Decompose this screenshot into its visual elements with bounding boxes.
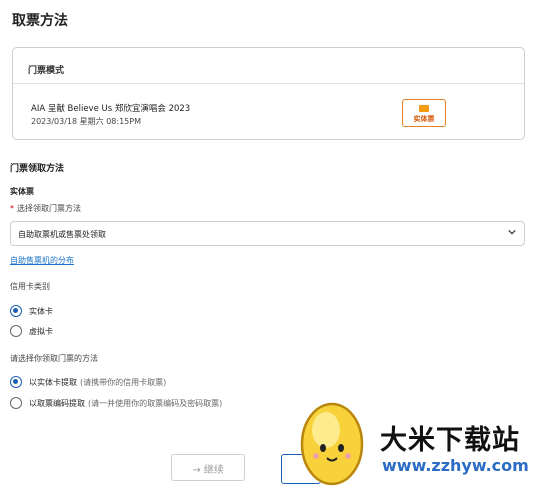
- watermark-mascot-logo: [300, 402, 364, 486]
- radio-option-collect-by-card[interactable]: 以实体卡提取 (请携带你的信用卡取票): [10, 376, 166, 388]
- radio-option-physical-card[interactable]: 实体卡: [10, 305, 53, 317]
- radio-button[interactable]: [10, 397, 22, 409]
- collection-method-select-value: 自助取票机或售票处领取: [18, 230, 106, 239]
- collection-field-label: * 选择领取门票方法: [10, 203, 81, 214]
- collect-method-label: 请选择你领取门票的方法: [10, 354, 98, 363]
- watermark-url: www.zzhyw.com: [382, 456, 529, 475]
- ticket-type-button[interactable]: 实体票: [402, 99, 446, 127]
- collection-section-title: 门票领取方法: [10, 164, 65, 174]
- credit-card-type-label: 信用卡类别: [10, 282, 50, 291]
- ticket-mode-header: 门票模式: [13, 48, 524, 84]
- ticket-icon: [419, 105, 429, 112]
- watermark-title: 大米下载站: [380, 425, 520, 456]
- radio-option-label: 虚拟卡: [29, 326, 53, 336]
- ticket-mode-card: 门票模式 AIA 呈献 Believe Us 郑欣宜演唱会 2023 2023/…: [12, 47, 525, 140]
- radio-option-note: (请携带你的信用卡取票): [80, 377, 167, 387]
- radio-option-collect-by-code[interactable]: 以取票编码提取 (请一并使用你的取票编码及密码取票): [10, 397, 222, 409]
- event-name: AIA 呈献 Believe Us 郑欣宜演唱会 2023: [31, 104, 191, 114]
- radio-option-note: (请一并使用你的取票编码及密码取票): [88, 398, 223, 408]
- chevron-down-icon: [508, 229, 516, 235]
- required-mark: *: [10, 204, 14, 213]
- collection-method-select[interactable]: 自助取票机或售票处领取: [10, 221, 525, 246]
- ticket-type-label: 实体票: [413, 115, 435, 123]
- radio-button[interactable]: [10, 305, 22, 317]
- collection-sub-title: 实体票: [10, 187, 34, 196]
- radio-option-label: 以实体卡提取: [29, 377, 77, 387]
- radio-button[interactable]: [10, 376, 22, 388]
- collection-field-label-text: 选择领取门票方法: [17, 204, 81, 213]
- radio-option-label: 以取票编码提取: [29, 398, 85, 408]
- radio-button[interactable]: [10, 325, 22, 337]
- radio-option-label: 实体卡: [29, 306, 53, 316]
- radio-option-virtual-card[interactable]: 虚拟卡: [10, 325, 53, 337]
- page-title: 取票方法: [12, 13, 68, 29]
- event-datetime: 2023/03/18 星期六 08:15PM: [31, 117, 141, 126]
- continue-button[interactable]: → 继续: [171, 454, 245, 481]
- kiosk-distribution-link[interactable]: 自助售票机的分布: [10, 255, 74, 266]
